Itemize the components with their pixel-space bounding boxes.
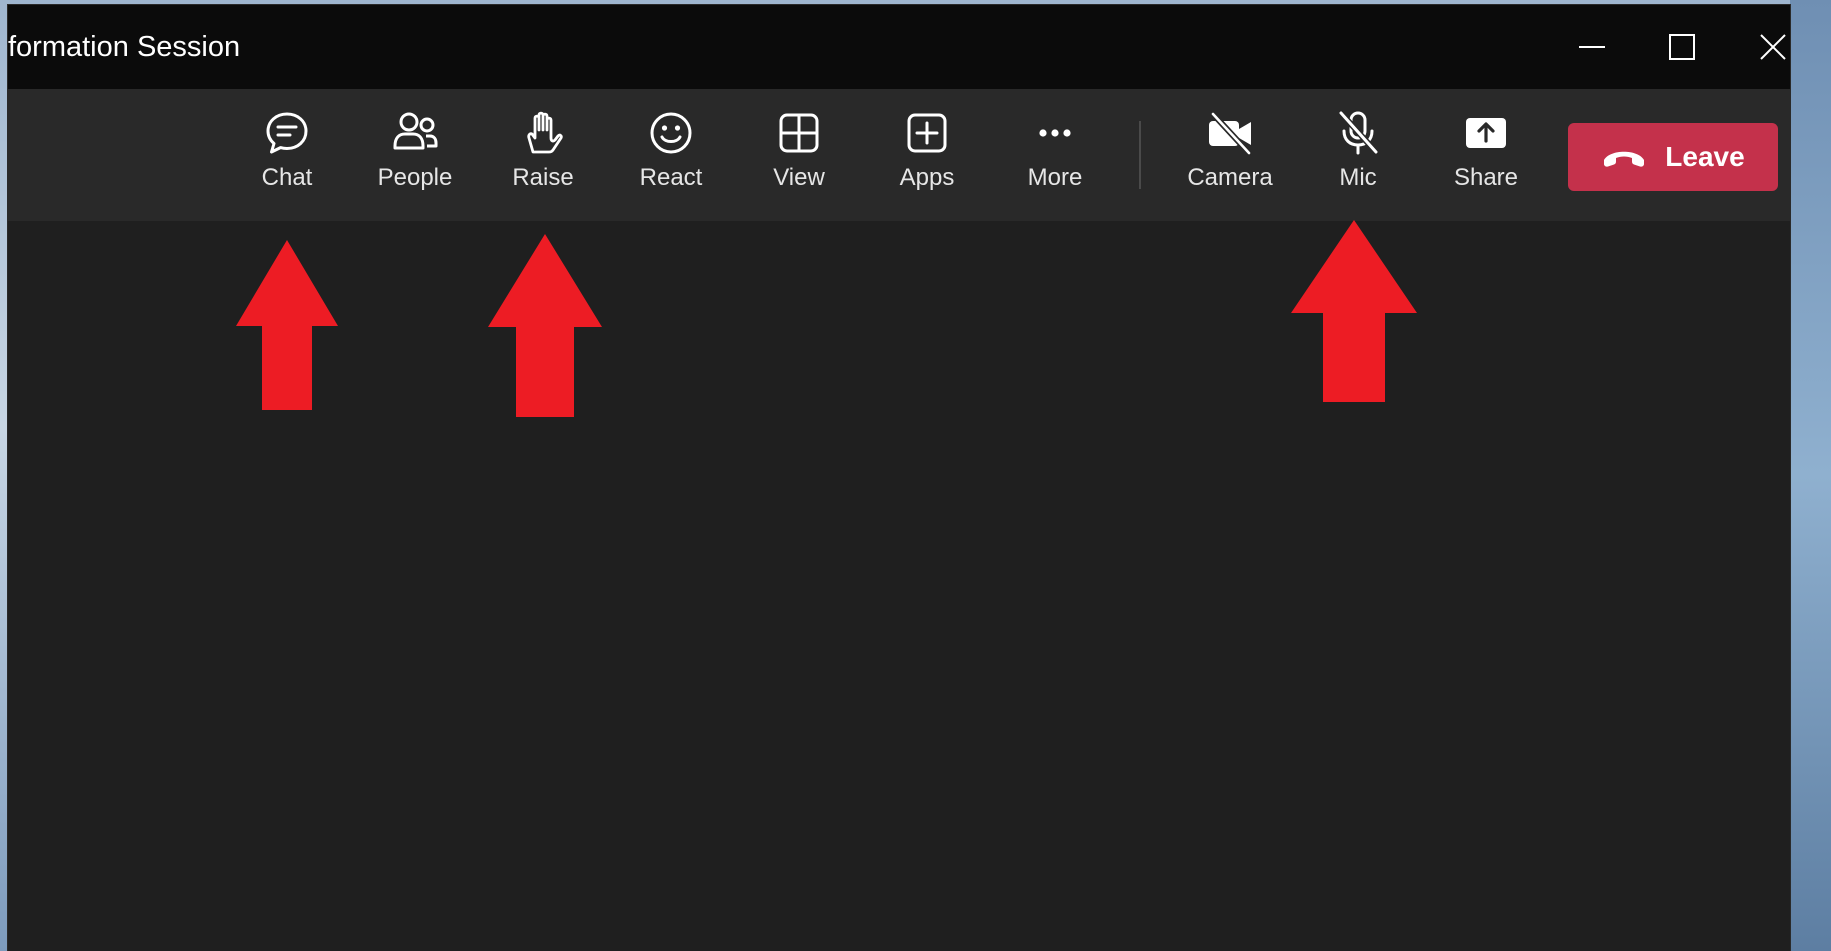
meeting-window: formation Session Chat People Raise Reac… [8,5,1790,951]
share-icon [1466,118,1506,148]
maximize-icon [1669,34,1695,60]
chat-icon [266,112,308,154]
mic-label: Mic [1339,164,1377,191]
people-icon [393,112,438,150]
share-button[interactable]: Share [1431,105,1541,205]
leave-button[interactable]: Leave [1568,123,1778,191]
more-icon [1039,129,1071,137]
maximize-button[interactable] [1658,23,1706,71]
share-label: Share [1453,164,1519,191]
more-button[interactable]: More [1000,105,1110,205]
grid-icon [779,113,819,153]
people-button[interactable]: People [360,105,470,205]
more-label: More [1027,164,1083,191]
title-bar: formation Session [8,5,1790,89]
camera-off-icon [1209,111,1252,156]
apps-label: Apps [899,164,955,191]
smiley-icon [650,112,692,154]
react-label: React [639,164,703,191]
minimize-icon [1579,46,1605,48]
mic-off-icon [1338,110,1379,155]
mic-button[interactable]: Mic [1303,105,1413,205]
hand-icon [527,111,563,154]
meeting-toolbar: Chat People Raise React View Apps More C… [8,89,1790,221]
arrow-to-chat [236,240,338,410]
window-title: formation Session [8,31,241,63]
minimize-button[interactable] [1568,23,1616,71]
desktop-edge [1790,0,1831,951]
chat-label: Chat [261,164,313,191]
leave-label: Leave [1665,141,1745,172]
arrow-to-mic [1291,220,1417,402]
react-button[interactable]: React [616,105,726,205]
close-button[interactable] [1749,23,1797,71]
people-label: People [377,164,453,191]
view-label: View [773,164,825,191]
apps-button[interactable]: Apps [872,105,982,205]
hangup-icon [1604,151,1645,167]
toolbar-divider [1139,121,1141,189]
chat-button[interactable]: Chat [232,105,342,205]
arrow-to-raise [488,234,602,417]
raise-label: Raise [512,164,574,191]
plus-box-icon [907,113,947,153]
close-icon [1760,34,1786,60]
view-button[interactable]: View [744,105,854,205]
camera-label: Camera [1187,164,1273,191]
camera-button[interactable]: Camera [1175,105,1285,205]
raise-hand-button[interactable]: Raise [488,105,598,205]
